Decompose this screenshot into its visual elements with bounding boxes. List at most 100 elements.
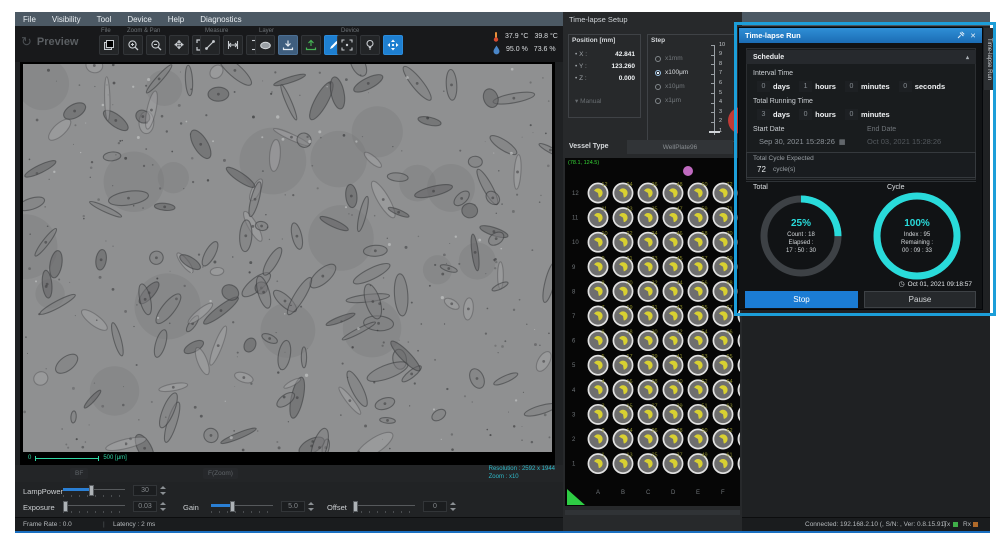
- running-days-field[interactable]: 3: [757, 109, 770, 120]
- total-ring-label: Total: [753, 184, 768, 191]
- svg-text:66: 66: [727, 330, 733, 336]
- stop-button[interactable]: Stop: [745, 291, 858, 308]
- timelapse-run-side-tab[interactable]: Time-lapse Run: [984, 28, 994, 90]
- cycle-index: Index : 95: [903, 231, 931, 238]
- position-z-label: • Z :: [575, 75, 587, 82]
- step-option-1um[interactable]: x1μm: [655, 97, 681, 104]
- svg-text:9: 9: [602, 256, 605, 262]
- lamp-power-slider[interactable]: [63, 485, 125, 497]
- preview-button[interactable]: ↻ Preview: [21, 34, 79, 50]
- svg-text:4: 4: [602, 379, 605, 385]
- offset-spinner[interactable]: [449, 501, 457, 512]
- gain-slider[interactable]: [211, 501, 273, 513]
- position-z-value: 0.000: [618, 75, 635, 82]
- interval-minutes-field[interactable]: 0: [844, 81, 858, 92]
- running-hours-field[interactable]: 0: [799, 109, 813, 120]
- interval-time-label: Interval Time: [753, 70, 794, 77]
- exposure-value[interactable]: 0.03: [133, 501, 157, 512]
- lamp-power-value[interactable]: 30: [133, 485, 157, 496]
- zoom-out-button[interactable]: [146, 35, 166, 55]
- snapshot-button[interactable]: [99, 35, 119, 55]
- menu-diagnostics[interactable]: Diagnostics: [200, 15, 241, 24]
- channel-tab-fzoom[interactable]: F(Zoom): [203, 468, 238, 479]
- svg-text:30: 30: [652, 330, 658, 336]
- collapse-arrow-icon[interactable]: ▴: [966, 54, 969, 61]
- pause-button[interactable]: Pause: [864, 291, 976, 308]
- step-scale-handle[interactable]: [709, 131, 720, 133]
- svg-text:31: 31: [652, 305, 658, 311]
- channel-tab-bf[interactable]: BF: [70, 468, 89, 479]
- running-minutes-field[interactable]: 0: [844, 109, 858, 120]
- pin-icon[interactable]: [957, 30, 965, 41]
- scale-value-label: 500 [μm]: [103, 455, 127, 461]
- menu-device[interactable]: Device: [127, 15, 151, 24]
- svg-text:3: 3: [602, 403, 605, 409]
- ellipse-tool-button[interactable]: [255, 35, 275, 55]
- preview-label: Preview: [36, 36, 79, 48]
- pan-icon: ✥: [173, 38, 185, 52]
- stage-coordinates: (78.1, 124.5): [568, 160, 600, 166]
- layer-down-icon: [282, 40, 294, 51]
- schedule-header[interactable]: Schedule ▴: [746, 50, 976, 64]
- connection-status: Connected: 192.168.2.10 (, S/N: , Ver: 0…: [805, 521, 947, 528]
- setup-panel-title: Time-lapse Setup: [569, 15, 628, 24]
- interval-seconds-field[interactable]: 0: [898, 81, 912, 92]
- layer-export-button[interactable]: [301, 35, 321, 55]
- position-y-value: 123.260: [611, 63, 636, 70]
- position-groupbox: Position [mm] • X : 42.841 • Y : 123.260…: [568, 34, 641, 118]
- layer-import-button[interactable]: [278, 35, 298, 55]
- channel-tab-bf-label: BF: [75, 470, 84, 477]
- interval-days-field[interactable]: 0: [757, 81, 770, 92]
- svg-text:39: 39: [677, 403, 683, 409]
- gain-value[interactable]: 5.0: [281, 501, 305, 512]
- offset-label: Offset: [327, 503, 347, 512]
- svg-text:44: 44: [677, 280, 683, 286]
- interval-hours-field[interactable]: 1: [799, 81, 813, 92]
- close-icon[interactable]: ✕: [970, 32, 976, 40]
- offset-value[interactable]: 0: [423, 501, 447, 512]
- vessel-type-selector[interactable]: WellPlate96: [627, 140, 733, 154]
- position-x-value: 42.841: [615, 51, 635, 58]
- calendar-icon[interactable]: ▦: [839, 139, 846, 146]
- focus-button[interactable]: [337, 35, 357, 55]
- position-y-label: • Y :: [575, 63, 587, 70]
- temperature-current: 37.9 °C: [505, 33, 529, 40]
- svg-text:45: 45: [677, 256, 683, 262]
- preview-icon: ↻: [21, 34, 32, 49]
- plate-scrollbar[interactable]: [565, 510, 740, 515]
- step-option-100um[interactable]: x100μm: [655, 69, 688, 76]
- well-plate-map[interactable]: (78.1, 124.5) 12 11 10 9 8 7 6 5 4 3 2 1 24 23 22 21 20 1…: [565, 158, 740, 506]
- measure-width-button[interactable]: [223, 35, 243, 55]
- svg-text:16: 16: [627, 379, 633, 385]
- svg-text:5: 5: [572, 363, 576, 369]
- group-label-measure: Measure: [205, 28, 229, 34]
- exposure-label: Exposure: [23, 503, 55, 512]
- offset-slider[interactable]: [353, 501, 415, 513]
- measure-line-button[interactable]: [200, 35, 220, 55]
- layer-up-icon: [305, 39, 317, 51]
- gain-spinner[interactable]: [307, 501, 315, 512]
- step-option-10um[interactable]: x10μm: [655, 83, 685, 90]
- lamp-power-spinner[interactable]: [159, 485, 167, 496]
- position-mode-dropdown[interactable]: ▾ Manual: [575, 97, 601, 105]
- lamp-button[interactable]: [360, 35, 380, 55]
- well-plate-grid[interactable]: 1211109876543212423222120191817161514133…: [565, 158, 740, 506]
- menu-visibility[interactable]: Visibility: [52, 15, 81, 24]
- stage-move-button[interactable]: [383, 35, 403, 55]
- exposure-slider[interactable]: [63, 501, 125, 513]
- position-x-label: • X :: [575, 51, 588, 58]
- exposure-spinner[interactable]: [159, 501, 167, 512]
- zoom-in-button[interactable]: [123, 35, 143, 55]
- channel-tab-fzoom-label: F(Zoom): [208, 470, 233, 477]
- svg-text:8: 8: [602, 280, 605, 286]
- menu-bar: File Visibility Tool Device Help Diagnos…: [15, 12, 990, 26]
- divider: [746, 181, 976, 182]
- menu-tool[interactable]: Tool: [97, 15, 112, 24]
- svg-text:4: 4: [572, 388, 576, 394]
- pan-button[interactable]: ✥: [169, 35, 189, 55]
- menu-file[interactable]: File: [23, 15, 36, 24]
- menu-help[interactable]: Help: [168, 15, 184, 24]
- step-option-1mm[interactable]: x1mm: [655, 55, 683, 62]
- svg-text:22: 22: [627, 231, 633, 237]
- svg-text:A: A: [596, 490, 600, 496]
